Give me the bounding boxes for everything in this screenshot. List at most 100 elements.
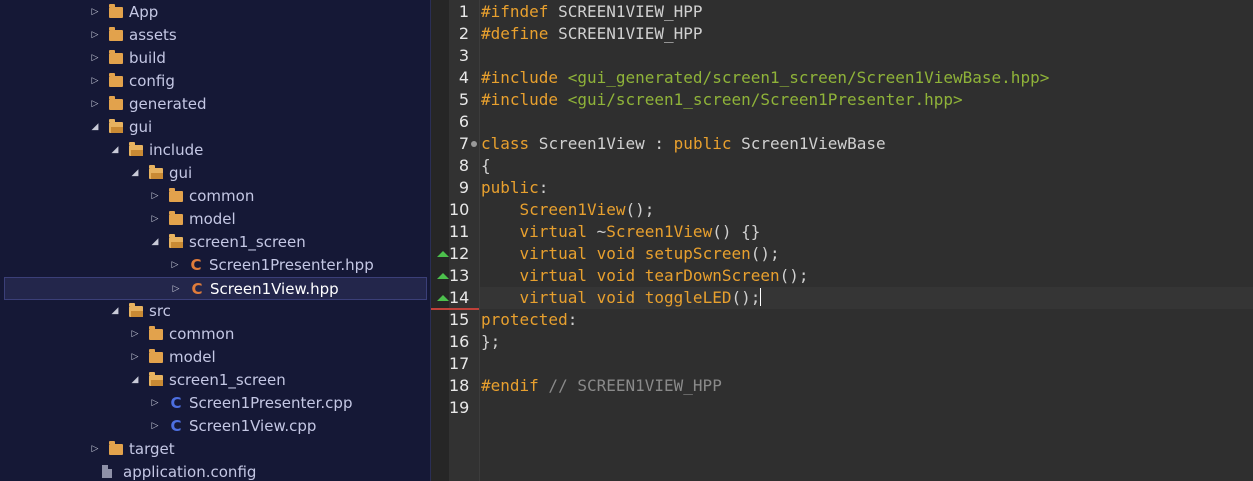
code-line[interactable]: public:: [481, 177, 548, 199]
collapse-arrow-icon[interactable]: ▷: [150, 421, 160, 431]
tree-item[interactable]: ▷ common: [4, 323, 427, 346]
code-token: virtual: [519, 222, 587, 241]
code-token: () {}: [712, 222, 761, 241]
tree-item-label: generated: [129, 95, 207, 113]
collapse-arrow-icon[interactable]: ▷: [90, 444, 100, 454]
tree-item[interactable]: ▷ common: [4, 185, 427, 208]
collapse-arrow-icon[interactable]: ▷: [130, 352, 140, 362]
code-token: Screen1View: [519, 200, 626, 219]
code-line[interactable]: virtual void toggleLED();: [481, 287, 762, 309]
tree-item[interactable]: ▷ assets: [4, 24, 427, 47]
line-number: 8: [458, 156, 469, 175]
tree-item[interactable]: ▷ C Screen1View.cpp: [4, 415, 427, 438]
expand-arrow-icon[interactable]: ◢: [110, 306, 120, 316]
line-number: 7: [458, 134, 469, 153]
code-token: public: [481, 178, 539, 197]
tree-item[interactable]: ◢ screen1_screen: [4, 369, 427, 392]
collapse-arrow-icon[interactable]: ▷: [150, 214, 160, 224]
expand-arrow-icon[interactable]: ◢: [130, 168, 140, 178]
code-token: class: [481, 134, 530, 153]
collapse-arrow-icon[interactable]: ▷: [150, 398, 160, 408]
tree-item[interactable]: ◢ include: [4, 139, 427, 162]
tree-item[interactable]: ▷ model: [4, 208, 427, 231]
tree-item[interactable]: ▷ C Screen1Presenter.hpp: [4, 254, 427, 277]
collapse-arrow-icon[interactable]: ▷: [90, 76, 100, 86]
code-token: public: [673, 134, 732, 153]
code-line[interactable]: #endif // SCREEN1VIEW_HPP: [481, 375, 722, 397]
change-marker-bar: [431, 0, 449, 481]
collapse-arrow-icon[interactable]: ▷: [90, 53, 100, 63]
code-line[interactable]: #ifndef SCREEN1VIEW_HPP: [481, 1, 703, 23]
expand-arrow-icon[interactable]: ◢: [150, 237, 160, 247]
collapse-arrow-icon[interactable]: ▷: [150, 191, 160, 201]
collapse-arrow-icon[interactable]: ▷: [171, 284, 181, 294]
collapse-arrow-icon[interactable]: ▷: [90, 30, 100, 40]
tree-item[interactable]: ▷ build: [4, 47, 427, 70]
code-token: ~: [586, 222, 607, 241]
folder-icon: [109, 27, 123, 41]
expand-arrow-icon[interactable]: ◢: [110, 145, 120, 155]
collapse-arrow-icon[interactable]: ▷: [90, 7, 100, 17]
tree-item-label: common: [169, 325, 235, 343]
code-editor[interactable]: #ifndef SCREEN1VIEW_HPP #define SCREEN1VI…: [431, 0, 1253, 481]
collapse-arrow-icon[interactable]: ▷: [90, 99, 100, 109]
tree-item[interactable]: ▷ C Screen1Presenter.cpp: [4, 392, 427, 415]
expand-arrow-icon[interactable]: ◢: [130, 375, 140, 385]
code-token: {: [481, 156, 491, 175]
tree-item-label: model: [189, 210, 236, 228]
tree-item[interactable]: ▷ config: [4, 70, 427, 93]
tree-item[interactable]: ▷ App: [4, 1, 427, 24]
folder-icon: [109, 4, 123, 18]
code-line[interactable]: virtual void setupScreen();: [481, 243, 780, 265]
code-line[interactable]: #define SCREEN1VIEW_HPP: [481, 23, 703, 45]
tree-item-label: gui: [169, 164, 193, 182]
line-number: 15: [449, 310, 470, 329]
tree-item[interactable]: ▷ C Screen1View.hpp: [4, 277, 427, 300]
code-token: toggleLED: [644, 288, 732, 307]
tree-item[interactable]: application.config: [4, 461, 427, 481]
line-number: 18: [449, 376, 470, 395]
fold-toggle-icon[interactable]: [471, 141, 477, 147]
code-token: };: [481, 332, 501, 351]
tree-item[interactable]: ▷ generated: [4, 93, 427, 116]
tree-item-label: src: [149, 302, 171, 320]
change-marker-icon[interactable]: [437, 273, 449, 279]
change-marker-icon[interactable]: [437, 251, 449, 257]
gutter-separator: [479, 0, 480, 481]
code-line[interactable]: virtual ~Screen1View() {}: [481, 221, 761, 243]
folder-open-icon: [169, 234, 183, 248]
code-line[interactable]: #include <gui/screen1_screen/Screen1Pres…: [481, 89, 963, 111]
tree-item[interactable]: ◢ gui: [4, 116, 427, 139]
tree-item-label: build: [129, 49, 166, 67]
tree-item[interactable]: ◢ src: [4, 300, 427, 323]
collapse-arrow-icon[interactable]: ▷: [170, 260, 180, 270]
change-marker-icon[interactable]: [437, 295, 449, 301]
code-line[interactable]: };: [481, 331, 500, 353]
code-line[interactable]: class Screen1View : public Screen1ViewBa…: [481, 133, 886, 155]
folder-open-icon: [109, 119, 123, 133]
code-line[interactable]: Screen1View();: [481, 199, 655, 221]
code-line[interactable]: #include <gui_generated/screen1_screen/S…: [481, 67, 1049, 89]
tree-item[interactable]: ▷ target: [4, 438, 427, 461]
code-token: virtual void: [519, 266, 636, 285]
c-header-file-icon: C: [190, 256, 202, 274]
collapse-arrow-icon[interactable]: ▷: [130, 329, 140, 339]
code-token: Screen1ViewBase: [731, 134, 886, 153]
tree-item-label: screen1_screen: [169, 371, 286, 389]
code-token: ();: [779, 266, 809, 285]
line-number: 14: [449, 288, 470, 307]
code-line[interactable]: virtual void tearDownScreen();: [481, 265, 809, 287]
code-line[interactable]: protected:: [481, 309, 577, 331]
tree-item[interactable]: ▷ model: [4, 346, 427, 369]
code-token: SCREEN1VIEW_HPP: [548, 2, 703, 21]
code-token: :: [567, 310, 578, 329]
tree-item[interactable]: ◢ gui: [4, 162, 427, 185]
line-number: 4: [458, 68, 469, 87]
code-line[interactable]: {: [481, 155, 491, 177]
expand-arrow-icon[interactable]: ◢: [90, 122, 100, 132]
tree-item[interactable]: ◢ screen1_screen: [4, 231, 427, 254]
line-number: 9: [458, 178, 469, 197]
